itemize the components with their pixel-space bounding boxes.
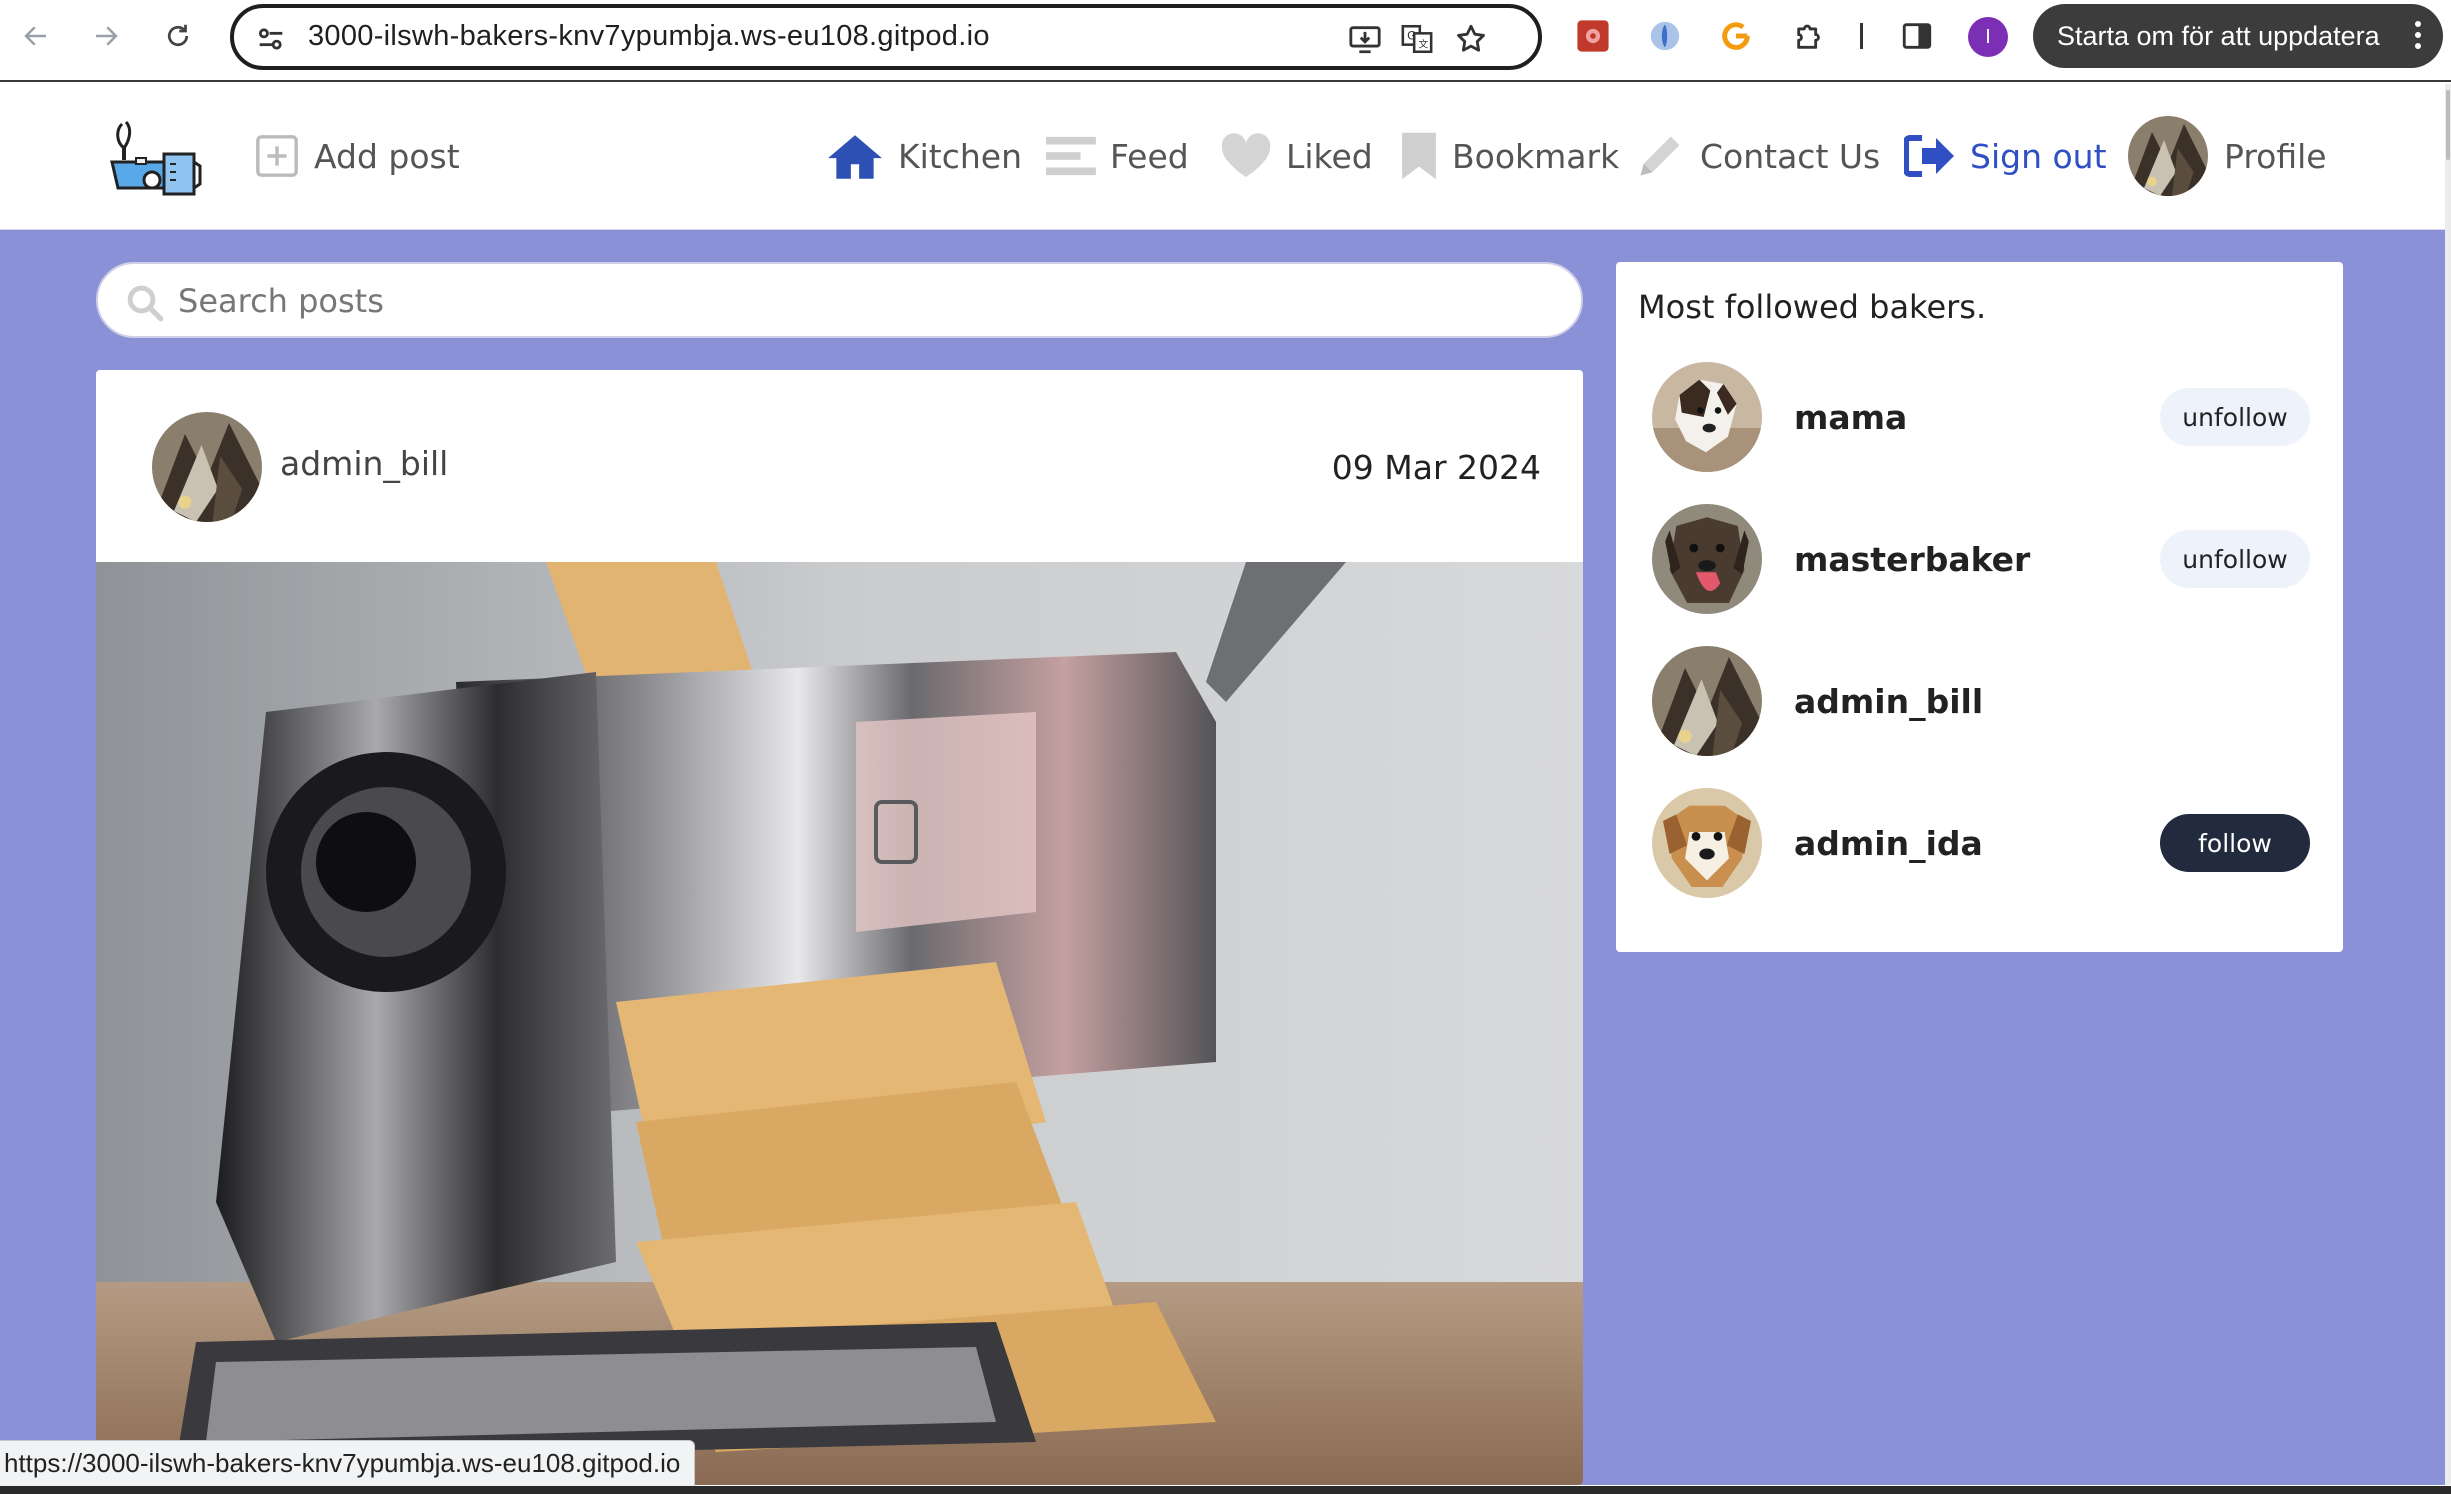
sign-out-icon bbox=[1904, 135, 1954, 177]
nav-feed-label: Feed bbox=[1110, 136, 1189, 176]
baker-avatar-masterbaker[interactable] bbox=[1652, 504, 1762, 614]
post-image-pasta-machine[interactable] bbox=[96, 562, 1583, 1485]
unfollow-button[interactable]: unfollow bbox=[2160, 530, 2310, 588]
nav-add-post-label: Add post bbox=[314, 136, 460, 176]
pencil-icon bbox=[1640, 136, 1680, 176]
post-header: admin_bill 09 Mar 2024 bbox=[96, 370, 1583, 562]
post-card[interactable]: admin_bill 09 Mar 2024 bbox=[96, 370, 1583, 1485]
install-app-icon[interactable] bbox=[1346, 20, 1384, 58]
site-settings-icon[interactable] bbox=[254, 22, 288, 60]
bakers-logo-icon[interactable] bbox=[106, 118, 202, 198]
scrollbar-track[interactable] bbox=[2445, 84, 2451, 1485]
baker-row-admin-bill: admin_bill bbox=[1652, 646, 2322, 758]
extension-orange-icon[interactable] bbox=[1716, 16, 1756, 56]
nav-profile-label: Profile bbox=[2224, 136, 2327, 176]
svg-text:G: G bbox=[1407, 29, 1416, 43]
search-input[interactable] bbox=[178, 276, 1558, 326]
browser-toolbar: 3000-ilswh-bakers-knv7ypumbja.ws-eu108.g… bbox=[0, 0, 2451, 82]
bookmark-icon bbox=[1402, 132, 1436, 180]
nav-feed[interactable]: Feed bbox=[1046, 126, 1189, 186]
most-followed-panel: Most followed bakers. mama unfollow mast… bbox=[1616, 262, 2343, 952]
search-icon bbox=[127, 285, 164, 322]
panel-title: Most followed bakers. bbox=[1638, 288, 1987, 326]
window-bottom-edge bbox=[0, 1486, 2451, 1494]
baker-name[interactable]: mama bbox=[1794, 398, 1907, 437]
nav-bookmark-label: Bookmark bbox=[1452, 136, 1620, 176]
post-author-name[interactable]: admin_bill bbox=[280, 444, 448, 483]
update-button[interactable]: Starta om för att uppdatera bbox=[2033, 4, 2443, 68]
back-icon[interactable] bbox=[14, 14, 58, 58]
nav-kitchen-label: Kitchen bbox=[898, 136, 1023, 176]
nav-contact[interactable]: Contact Us bbox=[1634, 126, 1880, 186]
update-label: Starta om för att uppdatera bbox=[2057, 20, 2380, 51]
extension-blue-icon[interactable] bbox=[1645, 16, 1685, 56]
nav-add-post[interactable]: Add post bbox=[254, 126, 460, 186]
side-panel-icon[interactable] bbox=[1897, 16, 1937, 56]
nav-liked-label: Liked bbox=[1286, 136, 1373, 176]
feed-lines-icon bbox=[1046, 136, 1096, 176]
forward-icon[interactable] bbox=[84, 14, 128, 58]
baker-name[interactable]: admin_bill bbox=[1794, 682, 1983, 721]
follow-button[interactable]: follow bbox=[2160, 814, 2310, 872]
address-bar[interactable]: 3000-ilswh-bakers-knv7ypumbja.ws-eu108.g… bbox=[230, 4, 1542, 70]
nav-sign-out-label: Sign out bbox=[1970, 136, 2107, 176]
baker-avatar-mama[interactable] bbox=[1652, 362, 1762, 472]
reload-icon[interactable] bbox=[156, 14, 200, 58]
unfollow-button[interactable]: unfollow bbox=[2160, 388, 2310, 446]
extension-red-icon[interactable] bbox=[1573, 16, 1613, 56]
extensions-puzzle-icon[interactable] bbox=[1790, 16, 1830, 56]
post-author-avatar[interactable] bbox=[152, 412, 262, 522]
nav-contact-label: Contact Us bbox=[1700, 136, 1881, 176]
baker-row-admin-ida: admin_ida follow bbox=[1652, 788, 2322, 900]
nav-kitchen[interactable]: Kitchen bbox=[826, 126, 1022, 186]
add-square-icon bbox=[256, 135, 298, 177]
bookmark-star-icon[interactable] bbox=[1452, 20, 1490, 58]
baker-row-mama: mama unfollow bbox=[1652, 362, 2322, 474]
search-bar bbox=[96, 262, 1583, 338]
toolbar-divider bbox=[1842, 16, 1882, 56]
baker-avatar-admin-ida[interactable] bbox=[1652, 788, 1762, 898]
post-date: 09 Mar 2024 bbox=[1331, 448, 1541, 487]
nav-liked[interactable]: Liked bbox=[1220, 126, 1373, 186]
nav-sign-out[interactable]: Sign out bbox=[1904, 126, 2107, 186]
nav-profile[interactable]: Profile bbox=[2128, 116, 2327, 196]
profile-avatar bbox=[2128, 116, 2208, 196]
baker-row-masterbaker: masterbaker unfollow bbox=[1652, 504, 2322, 616]
nav-bookmark[interactable]: Bookmark bbox=[1400, 126, 1619, 186]
menu-dots-icon[interactable] bbox=[2413, 18, 2423, 59]
profile-avatar-icon[interactable]: I bbox=[1968, 17, 2008, 57]
scrollbar-thumb[interactable] bbox=[2446, 90, 2450, 160]
svg-text:文: 文 bbox=[1418, 38, 1428, 51]
status-url: https://3000-ilswh-bakers-knv7ypumbja.ws… bbox=[4, 1448, 681, 1478]
url-text[interactable]: 3000-ilswh-bakers-knv7ypumbja.ws-eu108.g… bbox=[308, 20, 990, 53]
baker-name[interactable]: masterbaker bbox=[1794, 540, 2030, 579]
baker-avatar-admin-bill[interactable] bbox=[1652, 646, 1762, 756]
app-header: Add post Kitchen Feed Liked Bookmark Con… bbox=[0, 84, 2445, 230]
home-icon bbox=[828, 135, 882, 179]
translate-icon[interactable]: G文 bbox=[1398, 20, 1436, 58]
link-status-bar: https://3000-ilswh-bakers-knv7ypumbja.ws… bbox=[0, 1440, 696, 1486]
baker-name[interactable]: admin_ida bbox=[1794, 824, 1983, 863]
heart-icon bbox=[1221, 133, 1271, 177]
